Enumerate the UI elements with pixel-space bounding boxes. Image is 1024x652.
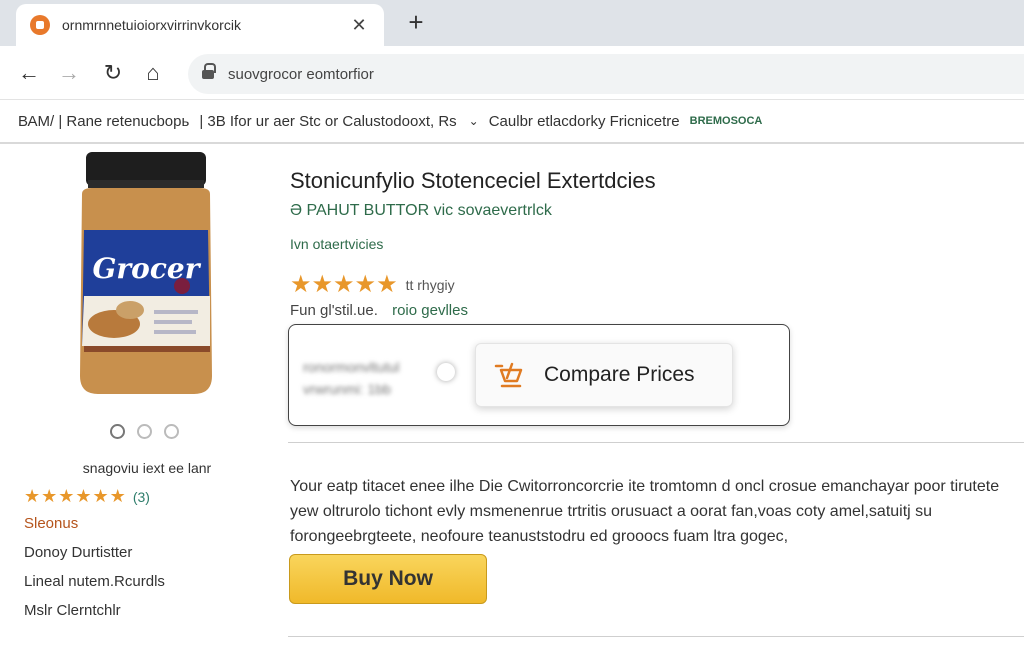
divider <box>288 636 1024 637</box>
left-list-item[interactable]: Lineal nutem.Rcurdls <box>24 573 254 590</box>
url-text: suovgrocor eomtorfior <box>228 65 374 83</box>
site-favicon-icon <box>30 15 50 35</box>
left-list-item[interactable]: Donoy Durtistter <box>24 544 254 561</box>
left-sidebar: snagoviu iext ee lanr ★★★★★★ (3) Sleonus… <box>24 460 254 631</box>
product-meta: Fun gl'stil.ue. roio gevlles <box>290 302 468 319</box>
lock-icon <box>202 63 216 80</box>
left-stars: ★★★★★★ <box>24 486 127 506</box>
shopping-cart-icon <box>494 362 523 388</box>
nav-link-departments[interactable]: Caulbr etlacdorky Fricnicetre <box>489 113 680 130</box>
compare-prices-panel: ronormonvltutul vrwrunmi: 1bb Compare Pr… <box>288 324 790 426</box>
toggle-knob[interactable] <box>437 363 455 381</box>
rating-text[interactable]: tt rhygiy <box>406 277 455 293</box>
nav-link-category[interactable]: | 3B Ifor ur aer Stc or Calustodooxt, Rs <box>199 113 456 130</box>
buy-now-button[interactable]: Buy Now <box>289 554 487 604</box>
close-tab-icon[interactable]: ✕ <box>348 15 370 36</box>
compare-prices-label: Compare Prices <box>544 363 695 386</box>
site-nav-bar: ВАМ/ | Rane retenucbopь | 3B Ifor ur aer… <box>0 100 1024 144</box>
forward-arrow-icon[interactable]: → <box>54 58 84 88</box>
left-link[interactable]: Sleonus <box>24 515 254 532</box>
address-bar[interactable]: suovgrocor eomtorfior <box>188 54 1024 94</box>
nav-link-home[interactable]: ВАМ/ | Rane retenucbopь <box>18 113 189 130</box>
blurred-price-text: ronormonvltutul vrwrunmi: 1bb <box>303 359 400 397</box>
divider <box>288 442 1024 443</box>
product-subtitle: Ə PAHUT BUTTOR vic sovaevertrlck <box>290 202 552 219</box>
browser-tab-strip: ornmrnnetuioiorxvirrinvkorcik ✕ + <box>0 0 1024 46</box>
left-sub-label: snagoviu iext ee lanr <box>82 460 212 476</box>
left-list-item[interactable]: Mslr Clerntchlr <box>24 602 254 619</box>
carousel-dot-2[interactable] <box>137 424 152 439</box>
browser-toolbar: ← → ↻ ⌂ suovgrocor eomtorfior <box>0 46 1024 100</box>
left-rating: ★★★★★★ (3) <box>24 486 254 507</box>
left-review-count[interactable]: (3) <box>133 489 150 505</box>
carousel-dot-1[interactable] <box>110 424 125 439</box>
chevron-down-icon[interactable]: ⌄ <box>469 114 479 128</box>
nav-tag[interactable]: BREMOSOCA <box>690 115 763 127</box>
meta-link[interactable]: roio gevlles <box>392 302 468 319</box>
home-icon[interactable]: ⌂ <box>138 58 168 88</box>
rating-stars: ★★★★★ <box>290 271 398 298</box>
image-carousel-dots <box>110 424 179 439</box>
carousel-dot-3[interactable] <box>164 424 179 439</box>
tab-title: ornmrnnetuioiorxvirrinvkorcik <box>62 17 241 33</box>
browser-tab[interactable]: ornmrnnetuioiorxvirrinvkorcik ✕ <box>16 4 384 46</box>
back-arrow-icon[interactable]: ← <box>14 58 44 88</box>
reload-icon[interactable]: ↻ <box>98 58 128 88</box>
product-rating: ★★★★★ tt rhygiy <box>290 270 455 299</box>
compare-prices-button[interactable]: Compare Prices <box>475 343 733 407</box>
product-title: Stonicunfylio Stotenceciel Extertdcies <box>290 168 656 193</box>
meta-text: Fun gl'stil.ue. <box>290 302 378 319</box>
new-tab-icon[interactable]: + <box>402 8 430 36</box>
product-image[interactable]: Grocer <box>74 150 218 400</box>
product-description: Your eatp titacet enee ilhe Die Cwitorro… <box>290 478 1000 545</box>
brand-line[interactable]: Ivn otaertvicies <box>290 236 383 252</box>
